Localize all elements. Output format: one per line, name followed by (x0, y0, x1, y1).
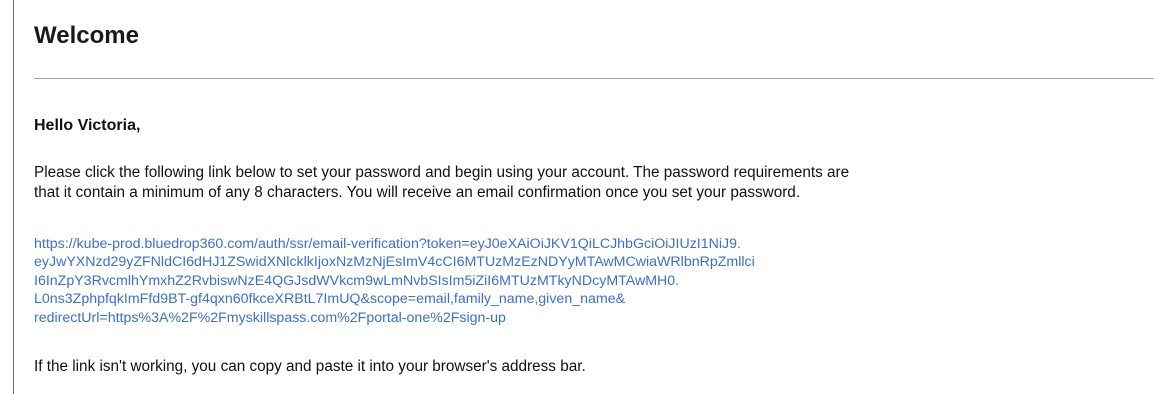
email-title: Welcome (34, 22, 139, 49)
instructions-line: that it contain a minimum of any 8 chara… (34, 184, 801, 201)
verification-link-line[interactable]: L0ns3ZphpfqkImFfd9BT-gf4qxn60fkceXRBtL7I… (34, 290, 1154, 308)
title-divider (34, 78, 1154, 79)
verification-link-line[interactable]: redirectUrl=https%3A%2F%2Fmyskillspass.c… (34, 309, 1154, 327)
verification-link-line[interactable]: eyJwYXNzd29yZFNldCI6dHJ1ZSwidXNlcklkIjox… (34, 253, 1154, 271)
verification-link-line[interactable]: I6InZpY3RvcmlhYmxhZ2RvbiswNzE4QGJsdWVkcm… (34, 272, 1154, 290)
instructions-line: Please click the following link below to… (34, 164, 850, 181)
email-body-frame: Welcome Hello Victoria, Please click the… (13, 0, 1154, 394)
greeting: Hello Victoria, (34, 117, 141, 134)
instructions-paragraph: Please click the following link below to… (34, 163, 1154, 203)
verification-link[interactable]: https://kube-prod.bluedrop360.com/auth/s… (34, 235, 1154, 327)
link-help-text: If the link isn't working, you can copy … (34, 358, 586, 375)
verification-link-line[interactable]: https://kube-prod.bluedrop360.com/auth/s… (34, 235, 1154, 253)
